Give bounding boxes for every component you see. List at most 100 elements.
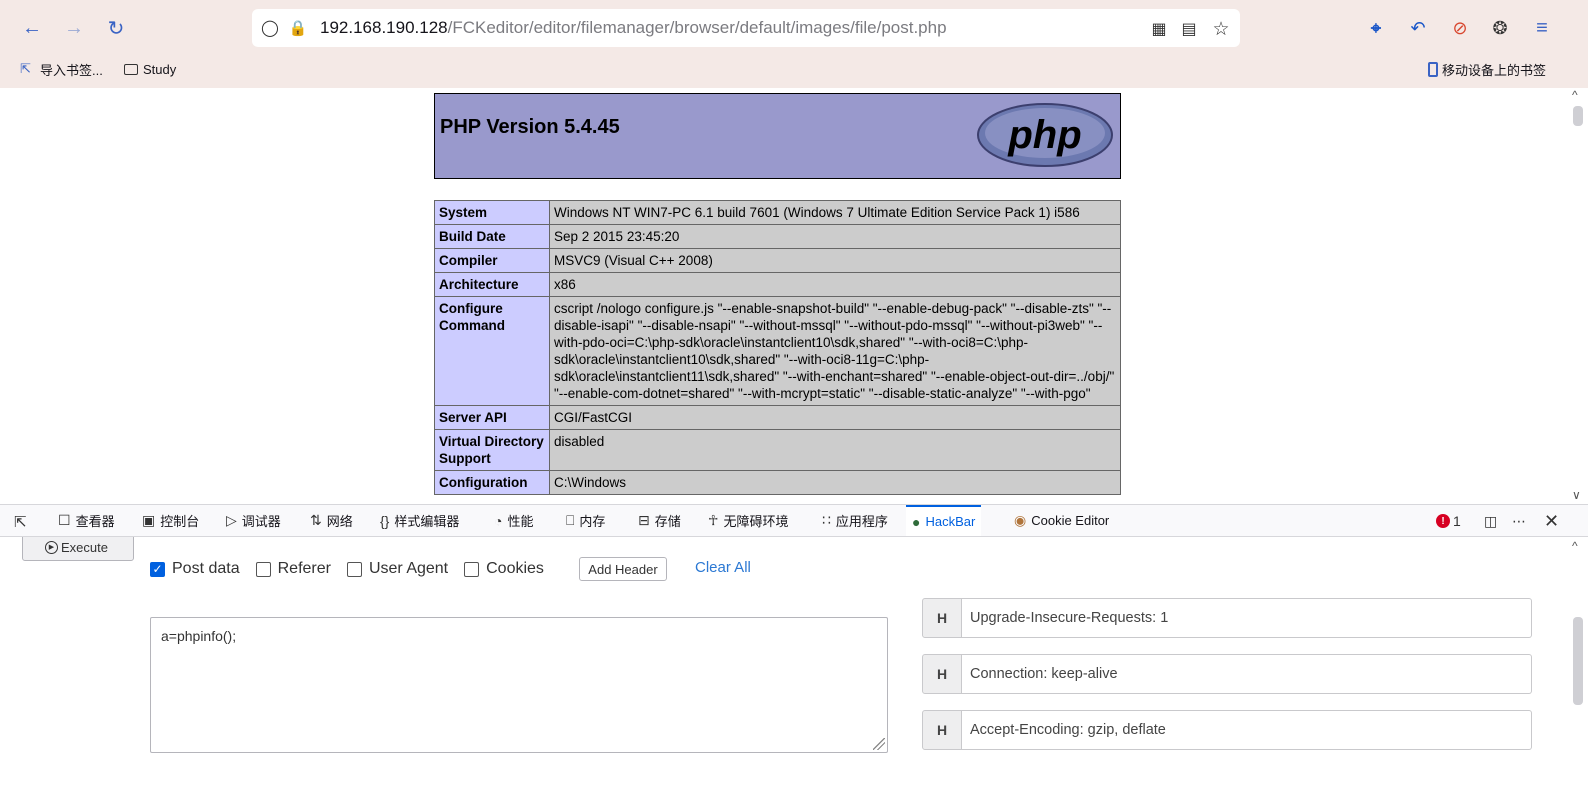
bookmark-import[interactable]: ⇱ 导入书签...: [20, 60, 103, 78]
reload-icon: ↻: [107, 17, 125, 40]
php-logo[interactable]: php: [975, 102, 1115, 168]
block-extension-icon[interactable]: ⊘: [1448, 16, 1472, 40]
url-text[interactable]: 192.168.190.128/FCKeditor/editor/fileman…: [320, 18, 947, 38]
header-row: H Connection: keep-alive: [922, 654, 1532, 694]
devtools-tab-label: Cookie Editor: [1031, 513, 1110, 528]
chevron-down-icon[interactable]: ∨: [1572, 488, 1581, 502]
error-icon: !: [1436, 514, 1450, 528]
devtools-tab-控制台[interactable]: ▣ 控制台: [136, 505, 205, 536]
option-post-data[interactable]: ✓ Post data: [150, 560, 240, 578]
option-user-agent[interactable]: User Agent: [346, 560, 448, 578]
phpinfo-value: C:\Windows: [549, 470, 1121, 495]
browser-chrome: ← → ↻ ◯ 🔒 192.168.190.128/FCKeditor/edit…: [0, 0, 1588, 142]
header-input[interactable]: Accept-Encoding: gzip, deflate: [962, 710, 1532, 750]
mobile-bookmarks[interactable]: 移动设备上的书签: [1428, 60, 1546, 78]
close-devtools-button[interactable]: ✕: [1544, 511, 1559, 531]
bookmark-label: Study: [143, 61, 177, 77]
hackbar-icon: ●: [912, 513, 921, 530]
error-count-badge[interactable]: ! 1: [1436, 511, 1461, 531]
devtools-tab-性能[interactable]: ◔ 性能: [488, 505, 539, 536]
error-count: 1: [1453, 513, 1461, 529]
devtools-tab-label: 网络: [326, 514, 353, 529]
reply-arrow-icon[interactable]: ↶: [1406, 16, 1430, 40]
devtools-tab-应用程序[interactable]: ∷ 应用程序: [816, 505, 894, 536]
bookmark-star-icon[interactable]: ☆: [1210, 18, 1232, 40]
folder-icon: [124, 63, 138, 75]
checkbox[interactable]: [346, 561, 362, 577]
dock-icon: ◫: [1484, 512, 1498, 529]
close-icon: ✕: [1544, 510, 1560, 531]
devtools-tab-查看器[interactable]: ☐ 查看器: [52, 505, 121, 536]
phpinfo-value: x86: [549, 272, 1121, 297]
reader-view-icon[interactable]: ▤: [1178, 18, 1200, 40]
bookmark-folder-study[interactable]: Study: [124, 60, 176, 78]
checkbox[interactable]: ✓: [150, 561, 165, 577]
devtools-tab-调试器[interactable]: ▷ 调试器: [220, 505, 287, 536]
checkbox[interactable]: [255, 561, 271, 577]
phpinfo-value: MSVC9 (Visual C++ 2008): [549, 248, 1121, 273]
hackbar-scrollbar[interactable]: ^: [1568, 537, 1588, 786]
element-picker-icon[interactable]: ⇱: [14, 513, 32, 531]
header-input[interactable]: Connection: keep-alive: [962, 654, 1532, 694]
devtools-tab-label: 应用程序: [835, 514, 888, 529]
header-toggle-button[interactable]: H: [922, 598, 962, 638]
network-icon: ⇅: [310, 512, 322, 528]
scrollbar-thumb[interactable]: [1573, 106, 1583, 126]
devtools-tab-无障碍环境[interactable]: ☥ 无障碍环境: [702, 505, 794, 536]
clear-all-link[interactable]: Clear All: [695, 559, 751, 576]
scrollbar-thumb[interactable]: [1573, 617, 1583, 705]
dock-side-button[interactable]: ◫: [1484, 511, 1497, 531]
debugger-icon: ▷: [226, 512, 237, 528]
storage-icon: ⊟: [638, 512, 650, 528]
cookie-icon[interactable]: ❂: [1488, 16, 1512, 40]
memory-icon: ⎕: [566, 512, 575, 528]
header-row: H Upgrade-Insecure-Requests: 1: [922, 598, 1532, 638]
arrow-left-icon: ←: [22, 16, 42, 39]
devtools-tab-内存[interactable]: ⎕ 内存: [560, 505, 611, 536]
chevron-up-icon[interactable]: ^: [1572, 539, 1578, 553]
insecure-lock-icon[interactable]: 🔒: [288, 18, 308, 38]
phpinfo-row: Compiler MSVC9 (Visual C++ 2008): [434, 248, 1121, 273]
phpinfo-table: System Windows NT WIN7-PC 6.1 build 7601 …: [434, 200, 1121, 495]
devtools-tab-样式编辑器[interactable]: {} 样式编辑器: [374, 505, 465, 536]
crop-icon[interactable]: ⌖: [1364, 16, 1388, 40]
post-data-value: a=phpinfo();: [161, 628, 237, 644]
accessibility-icon: ☥: [708, 512, 719, 528]
post-data-textarea[interactable]: a=phpinfo();: [150, 617, 888, 753]
qr-code-icon[interactable]: ▦: [1148, 18, 1170, 40]
devtools-tab-存储[interactable]: ⊟ 存储: [632, 505, 687, 536]
header-toggle-button[interactable]: H: [922, 710, 962, 750]
forward-button[interactable]: →: [60, 14, 88, 42]
chevron-up-icon[interactable]: ^: [1572, 88, 1578, 102]
devtools-tab-网络[interactable]: ⇅ 网络: [304, 505, 359, 536]
checkbox[interactable]: [464, 561, 480, 577]
header-input[interactable]: Upgrade-Insecure-Requests: 1: [962, 598, 1532, 638]
request-options: ✓ Post data Referer User Agent Cookies: [150, 557, 560, 581]
phpinfo-row: Architecture x86: [434, 272, 1121, 297]
cookie-editor-icon: ◉: [1014, 512, 1027, 528]
arrow-right-icon: →: [64, 16, 84, 39]
hamburger-menu-icon[interactable]: ≡: [1530, 16, 1554, 40]
phpinfo-value: cscript /nologo configure.js "--enable-s…: [549, 296, 1121, 406]
devtools-tab-hackbar[interactable]: ● HackBar: [906, 505, 982, 536]
shield-icon[interactable]: ◯: [260, 18, 280, 38]
execute-button[interactable]: ▶ Execute: [22, 537, 134, 561]
back-button[interactable]: ←: [18, 14, 46, 42]
phpinfo-header: PHP Version 5.4.45 php: [434, 93, 1121, 179]
phpinfo-row: Configuration C:\Windows: [434, 470, 1121, 495]
reload-button[interactable]: ↻: [102, 14, 130, 42]
phpinfo-row: System Windows NT WIN7-PC 6.1 build 7601 …: [434, 200, 1121, 225]
page-viewport: PHP Version 5.4.45 php System Windows NT …: [0, 88, 1588, 504]
address-bar[interactable]: ◯ 🔒 192.168.190.128/FCKeditor/editor/fil…: [252, 9, 1240, 47]
more-options-button[interactable]: ⋯: [1512, 511, 1526, 531]
add-header-button[interactable]: Add Header: [579, 557, 667, 581]
resize-grip[interactable]: [873, 738, 885, 750]
option-cookies[interactable]: Cookies: [464, 560, 544, 578]
devtools-tab-cookie-editor[interactable]: ◉ Cookie Editor: [1008, 505, 1115, 536]
phpinfo-value: CGI/FastCGI: [549, 405, 1121, 430]
option-referer[interactable]: Referer: [255, 560, 331, 578]
header-toggle-button[interactable]: H: [922, 654, 962, 694]
phpinfo-row: Configure Command cscript /nologo configu…: [434, 296, 1121, 406]
page-scrollbar[interactable]: ^ ∨: [1568, 88, 1588, 504]
devtools-tab-label: 调试器: [241, 514, 281, 529]
